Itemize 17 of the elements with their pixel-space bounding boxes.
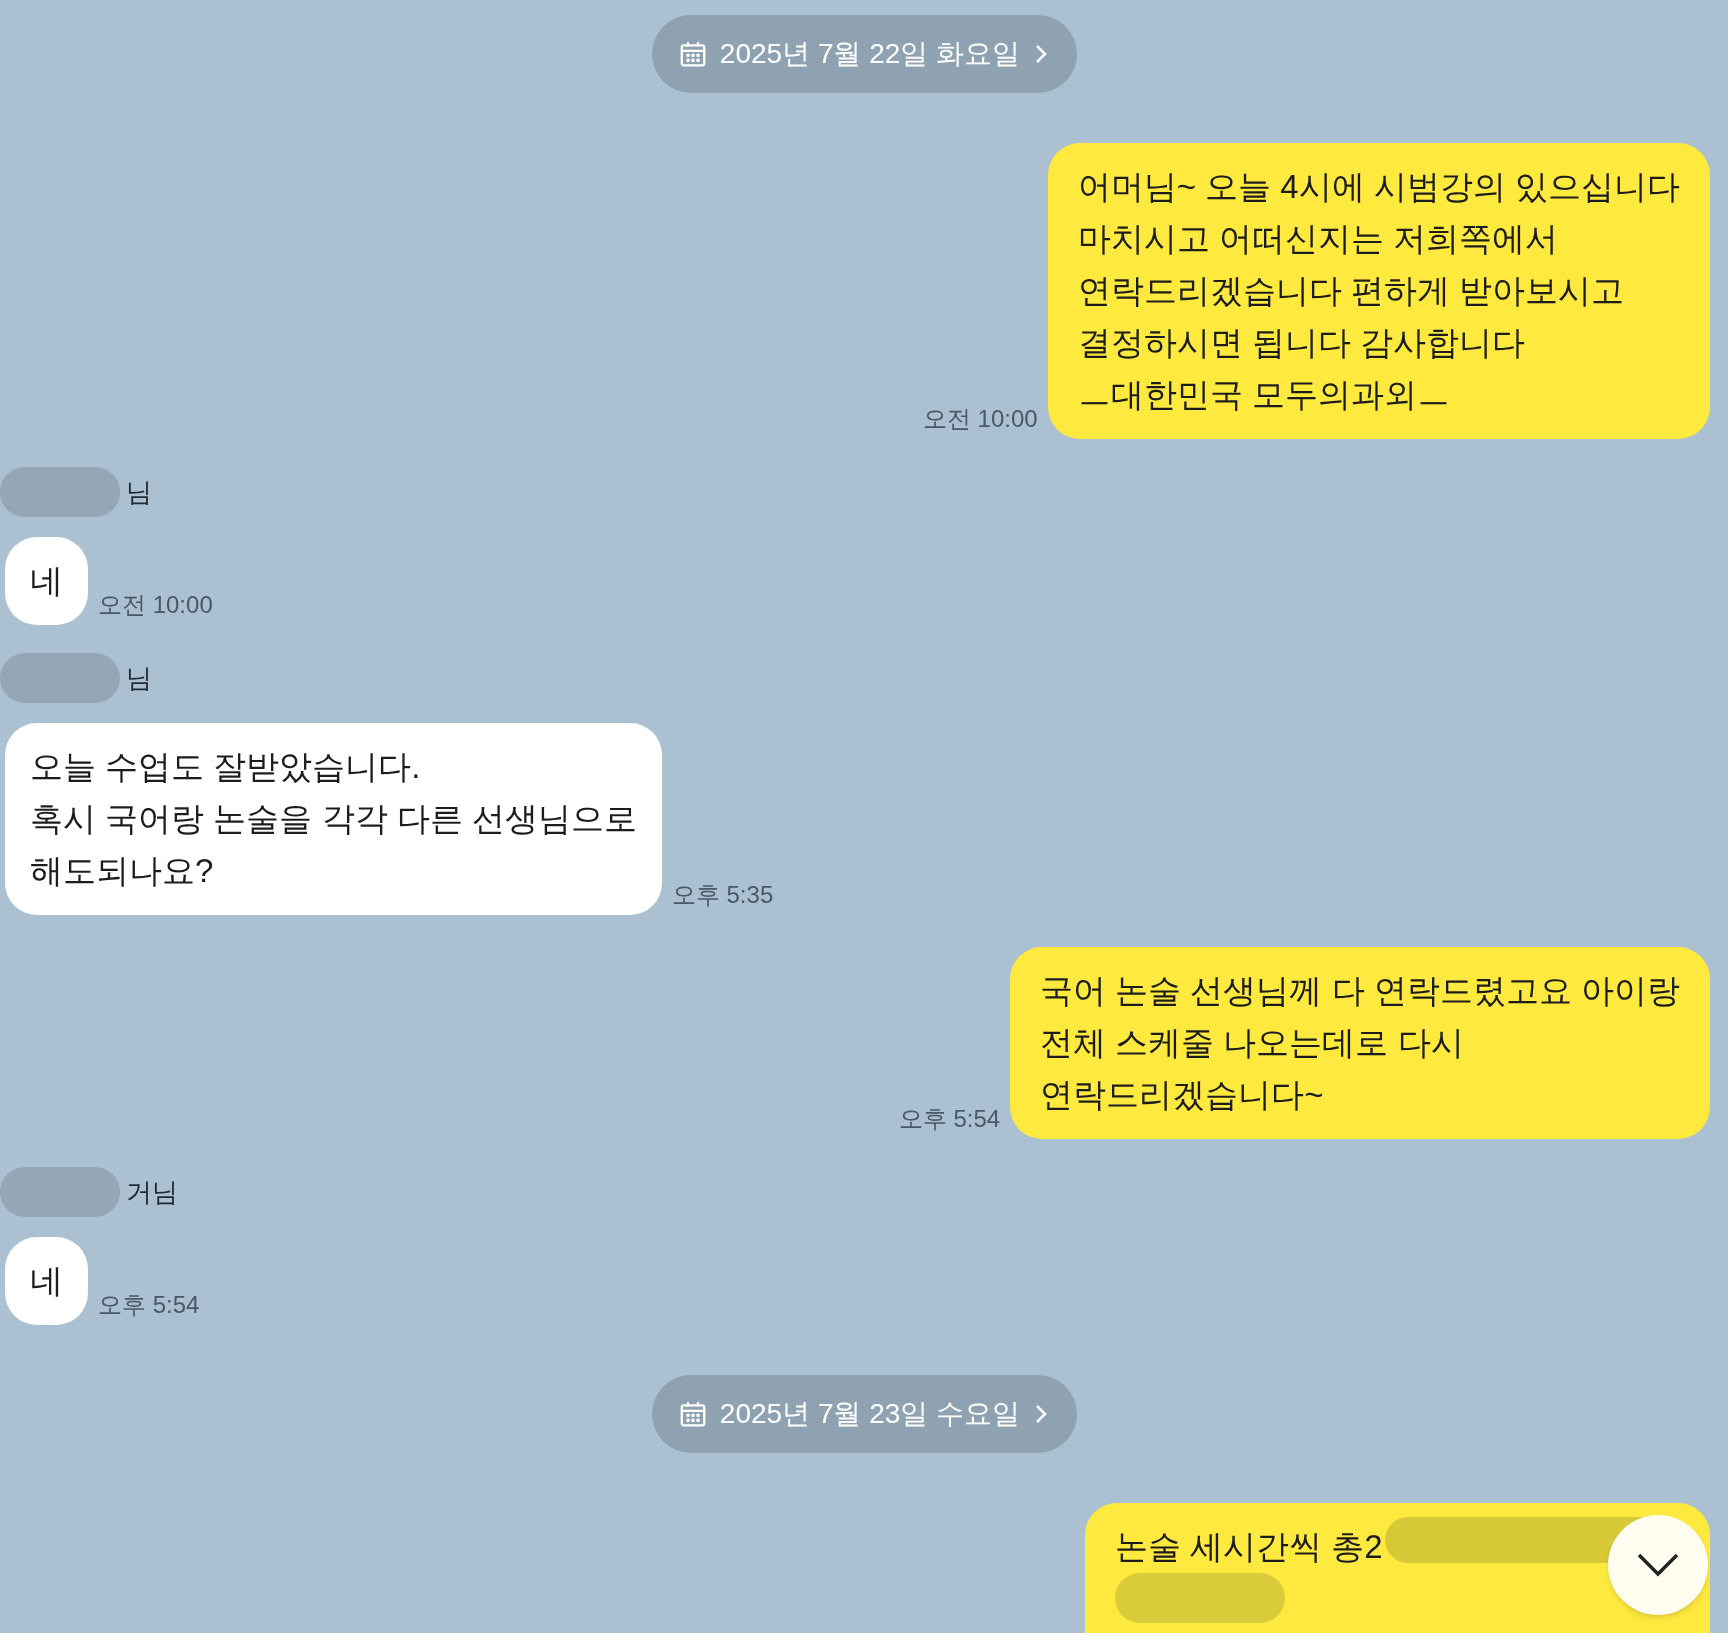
sender-name: 거님 xyxy=(126,1175,178,1209)
sender-name: 님 xyxy=(126,475,152,509)
message-text: 오늘 수업도 잘받았습니다. 혹시 국어랑 논술을 각각 다른 선생님으로 해도되나요? xyxy=(30,748,637,889)
message-time: 오전 10:00 xyxy=(98,590,213,620)
date-text: 2025년 7월 22일 화요일 xyxy=(719,37,1021,71)
date-text: 2025년 7월 23일 수요일 xyxy=(719,1397,1021,1431)
chevron-down-icon xyxy=(1636,1552,1680,1578)
message-text: 네 xyxy=(30,562,63,599)
message-text: 국어 논술 선생님께 다 연락드렸고요 아이랑 전체 스케줄 나오는데로 다시 연락드리겠습니다~ xyxy=(1040,972,1680,1113)
message-text: 어머님~ 오늘 4시에 시범강의 있으십니다 마치시고 어떠신지는 저희쪽에서 연락드리겠습니다 편하게 받아보시고 결정하시면 됩니다 감사합니다 ㅡ대한민국 모두의과외ㅡ xyxy=(1077,168,1680,413)
sender-name: 님 xyxy=(126,661,152,695)
message-time: 오전 10:00 xyxy=(922,404,1038,434)
message-time: 오후 5:54 xyxy=(98,1290,200,1320)
message-time: 오후 5:54 xyxy=(898,1104,1001,1134)
message-time: 오후 5:35 xyxy=(671,880,774,910)
message-text: 논술 세시간씩 총2 xyxy=(1115,1528,1383,1565)
message-text: 네 xyxy=(30,1262,63,1299)
